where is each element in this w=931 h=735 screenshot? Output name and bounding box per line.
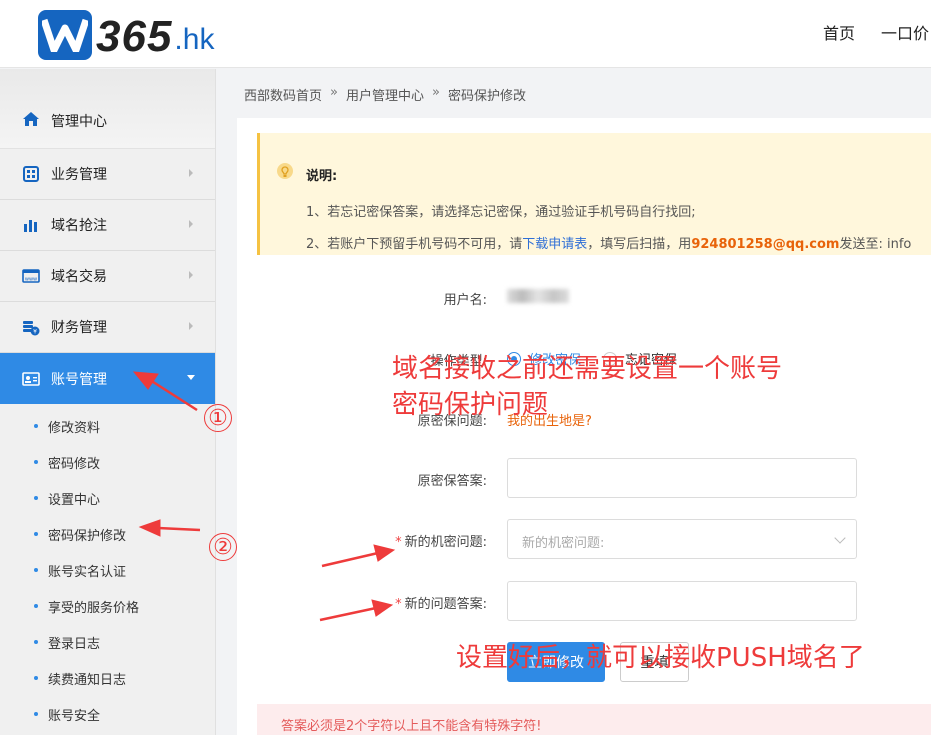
form-row-new-answer: * 新的问题答案: bbox=[237, 581, 931, 623]
sidebar-item-label: 域名交易 bbox=[51, 269, 107, 285]
top-nav: 首页 一口价 bbox=[823, 20, 931, 44]
www-icon: www bbox=[22, 267, 40, 285]
lightbulb-icon bbox=[277, 163, 293, 179]
chevron-right-icon bbox=[189, 271, 193, 279]
sidebar-item-label: 账号管理 bbox=[51, 371, 107, 388]
chevron-down-icon bbox=[187, 375, 195, 380]
coins-icon: ¥ bbox=[22, 318, 40, 336]
breadcrumb-separator: » bbox=[432, 85, 440, 100]
nav-fixed-price[interactable]: 一口价 bbox=[881, 20, 931, 44]
error-message: 答案必须是2个字符以上且不能含有特殊字符! bbox=[257, 704, 931, 735]
chevron-down-icon bbox=[834, 532, 846, 544]
notice-box: 说明: 1、若忘记密保答案，请选择忘记密保，通过验证手机号码自行找回; 2、若账… bbox=[257, 133, 931, 255]
new-answer-label: * 新的问题答案: bbox=[395, 597, 487, 612]
annotation-text-1: 域名接收之前还需要设置一个账号 密码保护问题 bbox=[392, 354, 783, 420]
sidebar-item-label: 业务管理 bbox=[51, 167, 107, 183]
logo-suffix: .hk bbox=[174, 23, 215, 56]
logo-w-icon bbox=[38, 10, 92, 60]
notice-line-2: 2、若账户下预留手机号码不可用，请下载申请表，填写后扫描，用924801258@… bbox=[306, 237, 912, 252]
username-label: 用户名: bbox=[443, 293, 487, 308]
breadcrumb-current: 密码保护修改 bbox=[447, 89, 526, 104]
chevron-right-icon bbox=[189, 220, 193, 228]
sidebar-home[interactable]: 管理中心 bbox=[0, 69, 215, 149]
submenu-change-password[interactable]: 密码修改 bbox=[0, 444, 215, 480]
sidebar-item-business[interactable]: 业务管理 bbox=[0, 149, 215, 200]
sidebar-home-label: 管理中心 bbox=[51, 114, 107, 130]
svg-text:www: www bbox=[25, 277, 37, 283]
new-question-label: * 新的机密问题: bbox=[395, 535, 487, 550]
breadcrumb-separator: » bbox=[330, 85, 338, 100]
new-answer-input[interactable] bbox=[507, 581, 857, 621]
annotation-text-2: 设置好后，就可以接收PUSH域名了 bbox=[456, 643, 865, 673]
sidebar-item-label: 财务管理 bbox=[51, 320, 107, 336]
top-header: 365 .hk 首页 一口价 bbox=[0, 0, 931, 68]
nav-home[interactable]: 首页 bbox=[823, 20, 855, 44]
orig-answer-input[interactable] bbox=[507, 458, 857, 498]
sidebar-item-domain-snap[interactable]: 域名抢注 bbox=[0, 200, 215, 251]
submenu-service-prices[interactable]: 享受的服务价格 bbox=[0, 588, 215, 624]
submenu-real-name-auth[interactable]: 账号实名认证 bbox=[0, 552, 215, 588]
annotation-number-1: ① bbox=[204, 404, 232, 432]
notice-line-1: 1、若忘记密保答案，请选择忘记密保，通过验证手机号码自行找回; bbox=[306, 205, 696, 220]
chevron-right-icon bbox=[189, 322, 193, 330]
sidebar-item-label: 域名抢注 bbox=[51, 218, 107, 234]
form-row-orig-answer: 原密保答案: bbox=[237, 458, 931, 500]
breadcrumb-item[interactable]: 西部数码首页 bbox=[244, 85, 322, 104]
id-card-icon bbox=[22, 370, 40, 388]
submenu-settings-center[interactable]: 设置中心 bbox=[0, 480, 215, 516]
submenu-account-security[interactable]: 账号安全 bbox=[0, 696, 215, 732]
notice-title: 说明: bbox=[306, 169, 338, 184]
home-icon bbox=[22, 111, 40, 131]
svg-text:¥: ¥ bbox=[33, 329, 37, 336]
download-form-link[interactable]: 下载申请表 bbox=[522, 237, 587, 252]
form-row-username: 用户名: bbox=[237, 277, 931, 319]
logo-text: 365 bbox=[96, 12, 173, 61]
support-email: 924801258@qq.com bbox=[691, 237, 840, 252]
form-row-new-question: * 新的机密问题: 新的机密问题: bbox=[237, 519, 931, 561]
submenu-security-question[interactable]: 密码保护修改 bbox=[0, 516, 215, 552]
bar-chart-icon bbox=[22, 216, 40, 234]
submenu-edit-profile[interactable]: 修改资料 bbox=[0, 408, 215, 444]
breadcrumb-item[interactable]: 用户管理中心 bbox=[346, 85, 424, 104]
site-logo[interactable]: 365 .hk bbox=[38, 8, 214, 60]
orig-answer-label: 原密保答案: bbox=[417, 474, 487, 489]
submenu-login-log[interactable]: 登录日志 bbox=[0, 624, 215, 660]
submenu-renewal-log[interactable]: 续费通知日志 bbox=[0, 660, 215, 696]
annotation-number-2: ② bbox=[209, 533, 237, 561]
username-value-blurred bbox=[507, 289, 569, 303]
new-question-select[interactable]: 新的机密问题: bbox=[507, 519, 857, 559]
sidebar-item-finance[interactable]: ¥ 财务管理 bbox=[0, 302, 215, 353]
new-question-placeholder: 新的机密问题: bbox=[522, 536, 605, 551]
sidebar: 管理中心 业务管理 域名抢注 www 域名交易 ¥ 财务管理 账号管理 修改资料… bbox=[0, 69, 216, 735]
sidebar-item-domain-trade[interactable]: www 域名交易 bbox=[0, 251, 215, 302]
account-submenu: 修改资料 密码修改 设置中心 密码保护修改 账号实名认证 享受的服务价格 登录日… bbox=[0, 404, 215, 732]
breadcrumb: 西部数码首页 » 用户管理中心 » 密码保护修改 bbox=[244, 85, 526, 104]
chevron-right-icon bbox=[189, 169, 193, 177]
sidebar-item-account[interactable]: 账号管理 bbox=[0, 353, 215, 404]
grid-icon bbox=[22, 165, 40, 183]
